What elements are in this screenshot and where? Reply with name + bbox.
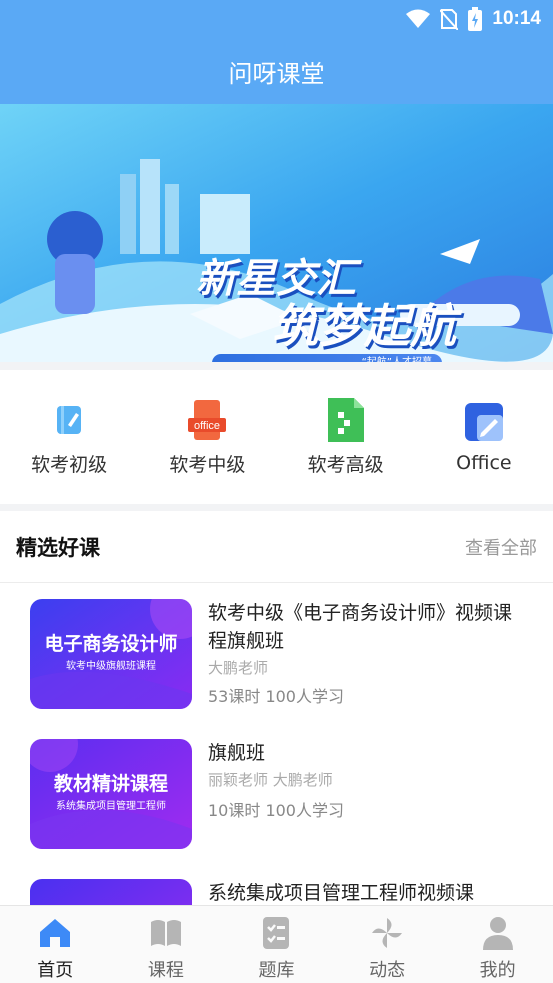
banner-tagline: “起航”人才招募 [212, 354, 442, 362]
course-thumbnail: 电子商务设计师 软考中级旗舰班课程 [30, 599, 192, 709]
category-junior[interactable]: 软考初级 [14, 398, 124, 477]
tab-question-bank[interactable]: 题库 [236, 906, 316, 983]
office-edit-icon [462, 400, 506, 444]
course-name: 软考中级《电子商务设计师》视频课程旗舰班 [208, 602, 513, 652]
tab-home[interactable]: 首页 [15, 906, 95, 983]
battery-icon [468, 7, 483, 31]
category-label: 软考中级 [169, 453, 246, 476]
bottom-tab-bar: 首页 课程 题库 动态 我的 [0, 905, 553, 983]
thumb-subtitle: 软考中级旗舰班课程 [66, 661, 156, 672]
category-label: Office [456, 452, 512, 474]
course-meta: 53课时 100人学习 [208, 687, 344, 706]
tab-activity[interactable]: 动态 [347, 906, 427, 983]
spreadsheet-icon [324, 397, 368, 442]
banner-headline-2: 筑梦起航 [272, 299, 456, 353]
course-info: 旗舰班 丽颖老师 大鹏老师 [208, 739, 518, 790]
user-icon [481, 916, 515, 950]
category-grid: 软考初级 office 软考中级 软考高级 Office [0, 370, 553, 504]
section-header: 精选好课 查看全部 [0, 511, 553, 583]
status-time: 10:14 [492, 8, 541, 29]
book-icon [149, 916, 183, 950]
course-card[interactable]: 教材精讲课程 系统集成项目管理工程师 旗舰班 丽颖老师 大鹏老师 10课时 10… [30, 739, 530, 851]
category-label: 软考高级 [307, 453, 384, 476]
thumb-title: 教材精讲课程 [53, 773, 168, 795]
thumb-subtitle: 系统集成项目管理工程师 [56, 801, 166, 812]
course-meta: 10课时 100人学习 [208, 801, 344, 820]
course-info: 系统集成项目管理工程师视频课 [208, 879, 518, 907]
thumb-title: 电子商务设计师 [44, 633, 178, 655]
course-teacher: 大鹏老师 [208, 659, 269, 677]
tab-courses[interactable]: 课程 [126, 906, 206, 983]
featured-courses: 精选好课 查看全部 电子商务设计师 软考中级旗舰班课程 软考中级《电子商务设计师… [0, 511, 553, 983]
status-bar: 10:14 [406, 6, 541, 32]
pinwheel-icon [370, 916, 404, 950]
tab-label: 题库 [258, 960, 295, 981]
page-title: 问呀课堂 [228, 60, 325, 88]
category-label: 软考初级 [31, 453, 108, 476]
notebook-icon [47, 398, 91, 442]
tab-label: 动态 [369, 960, 406, 981]
category-senior[interactable]: 软考高级 [291, 397, 401, 477]
course-teacher: 丽颖老师 大鹏老师 [208, 771, 333, 789]
course-card[interactable]: 电子商务设计师 软考中级旗舰班课程 软考中级《电子商务设计师》视频课程旗舰班 大… [30, 599, 530, 711]
svg-text:office: office [194, 420, 220, 432]
app-header: 10:14 问呀课堂 [0, 0, 553, 104]
tab-label: 我的 [479, 960, 516, 981]
view-all-link[interactable]: 查看全部 [465, 534, 537, 560]
section-title: 精选好课 [16, 535, 100, 560]
course-thumbnail: 教材精讲课程 系统集成项目管理工程师 [30, 739, 192, 849]
office-icon: office [185, 398, 229, 442]
course-name: 旗舰班 [208, 742, 266, 764]
checklist-icon [259, 916, 293, 950]
wifi-icon [406, 9, 431, 28]
category-office[interactable]: Office [429, 400, 539, 474]
app-screen: 10:14 问呀课堂 新星交汇 筑梦起航 软考初级 office 软考中级 软考… [0, 0, 553, 983]
home-icon [38, 916, 72, 950]
promo-banner[interactable]: 新星交汇 筑梦起航 “起航”人才招募 [0, 104, 553, 362]
course-info: 软考中级《电子商务设计师》视频课程旗舰班 大鹏老师 [208, 599, 518, 678]
tab-label: 课程 [147, 960, 184, 981]
tab-label: 首页 [37, 960, 74, 981]
tab-profile[interactable]: 我的 [458, 906, 538, 983]
course-name: 系统集成项目管理工程师视频课 [208, 882, 475, 904]
no-sim-icon [440, 9, 459, 30]
category-intermediate[interactable]: office 软考中级 [152, 398, 262, 477]
